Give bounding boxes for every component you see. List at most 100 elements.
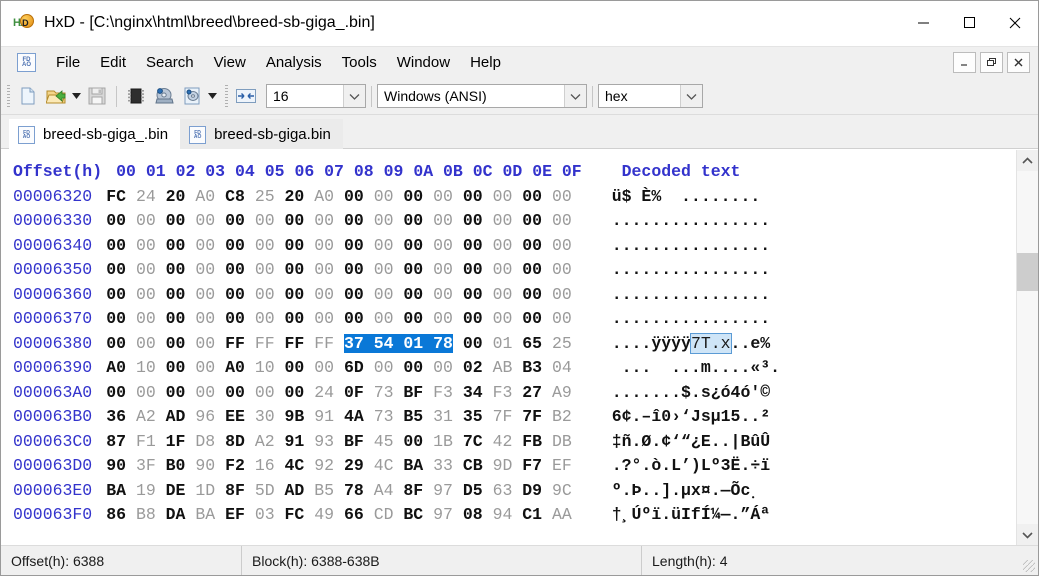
menu-item-tools[interactable]: Tools xyxy=(333,51,386,74)
hex-byte[interactable]: 00 xyxy=(255,260,275,279)
scrollbar-track[interactable] xyxy=(1017,171,1038,524)
hex-byte[interactable]: 00 xyxy=(166,211,186,230)
hex-byte[interactable]: 25 xyxy=(255,187,275,206)
hex-byte[interactable]: 00 xyxy=(106,334,126,353)
hex-byte[interactable]: FC xyxy=(285,505,305,524)
hex-byte[interactable]: 00 xyxy=(195,285,215,304)
resize-grip[interactable] xyxy=(1023,560,1035,572)
hex-byte[interactable]: BF xyxy=(403,383,423,402)
hex-byte[interactable]: 00 xyxy=(285,236,305,255)
hex-byte[interactable]: 00 xyxy=(433,358,453,377)
chevron-down-icon[interactable] xyxy=(680,85,702,107)
hex-byte[interactable]: A0 xyxy=(195,187,215,206)
hex-byte[interactable]: EF xyxy=(552,456,572,475)
hex-byte[interactable]: 1F xyxy=(166,432,186,451)
hex-byte[interactable]: CB xyxy=(463,456,483,475)
hex-byte[interactable]: 78 xyxy=(344,481,364,500)
hex-byte[interactable]: 8F xyxy=(403,481,423,500)
hex-byte[interactable]: 00 xyxy=(166,236,186,255)
open-file-button[interactable] xyxy=(42,82,70,110)
hex-byte[interactable]: 00 xyxy=(463,211,483,230)
hex-byte[interactable]: 00 xyxy=(463,260,483,279)
hex-byte[interactable]: AD xyxy=(285,481,305,500)
hex-byte[interactable]: 9B xyxy=(285,407,305,426)
open-disk-button[interactable] xyxy=(150,82,178,110)
hex-byte[interactable]: 00 xyxy=(225,260,245,279)
hex-byte[interactable]: 00 xyxy=(433,309,453,328)
hex-byte[interactable]: 00 xyxy=(314,236,334,255)
decoded-text[interactable]: ‡ñ.Ø.¢‘“¿E..|BûÛ xyxy=(612,432,770,451)
decoded-text[interactable]: ................ xyxy=(612,236,770,255)
hex-byte[interactable]: 7F xyxy=(493,407,513,426)
hex-byte[interactable]: 00 xyxy=(344,285,364,304)
hex-byte[interactable]: 6D xyxy=(344,358,364,377)
hex-byte[interactable]: FF xyxy=(225,334,245,353)
hex-byte[interactable]: 00 xyxy=(166,383,186,402)
hex-byte[interactable]: 20 xyxy=(166,187,186,206)
hex-byte[interactable]: 00 xyxy=(374,309,394,328)
hex-byte[interactable]: 00 xyxy=(374,358,394,377)
hex-byte[interactable]: 00 xyxy=(255,383,275,402)
hex-byte[interactable]: 66 xyxy=(344,505,364,524)
hex-byte[interactable]: AD xyxy=(166,407,186,426)
new-file-button[interactable] xyxy=(14,82,42,110)
hex-byte[interactable]: 16 xyxy=(255,456,275,475)
hex-byte[interactable]: 91 xyxy=(314,407,334,426)
hex-byte[interactable]: AA xyxy=(552,505,572,524)
decoded-text[interactable]: ü$ È% ........ xyxy=(612,187,761,206)
hex-byte[interactable]: B8 xyxy=(136,505,156,524)
hex-byte[interactable]: 00 xyxy=(225,383,245,402)
hex-byte[interactable]: 00 xyxy=(522,309,542,328)
decoded-text[interactable]: .?°.ò.L’)Lº3Ë.÷ï xyxy=(612,456,770,475)
hex-byte[interactable]: 00 xyxy=(285,358,305,377)
bytes-per-row-button[interactable] xyxy=(232,82,260,110)
hex-byte[interactable]: 00 xyxy=(225,211,245,230)
hex-byte[interactable]: 00 xyxy=(463,236,483,255)
hex-byte[interactable]: 03 xyxy=(255,505,275,524)
scroll-up-button[interactable] xyxy=(1017,150,1038,171)
scrollbar-thumb[interactable] xyxy=(1017,253,1038,291)
hex-byte[interactable]: 35 xyxy=(463,407,483,426)
hex-byte[interactable]: 00 xyxy=(255,236,275,255)
hex-row[interactable]: 000063D0 90 3F B0 90 F2 16 4C 92 29 4C BA… xyxy=(13,454,1016,479)
hex-byte[interactable]: 00 xyxy=(433,260,453,279)
hex-byte-selected[interactable]: 37 xyxy=(343,333,374,353)
decoded-text[interactable]: ... ...m....«³. xyxy=(612,358,780,377)
hex-byte[interactable]: A0 xyxy=(314,187,334,206)
hex-byte[interactable]: 00 xyxy=(166,285,186,304)
menu-item-file[interactable]: File xyxy=(47,51,89,74)
hex-byte[interactable]: 25 xyxy=(552,334,572,353)
hex-byte[interactable]: 00 xyxy=(493,285,513,304)
vertical-scrollbar[interactable] xyxy=(1016,150,1038,545)
hex-row[interactable]: 000063F0 86 B8 DA BA EF 03 FC 49 66 CD BC… xyxy=(13,503,1016,528)
hex-byte[interactable]: 00 xyxy=(225,236,245,255)
hex-byte[interactable]: 00 xyxy=(195,211,215,230)
hex-byte[interactable]: 00 xyxy=(195,260,215,279)
hex-byte[interactable]: 63 xyxy=(493,481,513,500)
hex-byte[interactable]: 00 xyxy=(403,187,423,206)
hex-byte[interactable]: 00 xyxy=(106,236,126,255)
hex-byte[interactable]: 27 xyxy=(522,383,542,402)
hex-byte[interactable]: 00 xyxy=(403,358,423,377)
hex-byte-selected[interactable]: 54 xyxy=(373,333,404,353)
hex-byte[interactable]: F7 xyxy=(522,456,542,475)
hex-byte[interactable]: 00 xyxy=(463,309,483,328)
hex-byte[interactable]: 00 xyxy=(285,260,305,279)
hex-byte[interactable]: 49 xyxy=(314,505,334,524)
hex-byte[interactable]: 00 xyxy=(433,236,453,255)
hex-byte[interactable]: F1 xyxy=(136,432,156,451)
hex-byte[interactable]: 00 xyxy=(285,383,305,402)
hex-byte[interactable]: CD xyxy=(374,505,394,524)
window-maximize-button[interactable] xyxy=(946,1,992,44)
hex-byte[interactable]: AB xyxy=(493,358,513,377)
hex-byte[interactable]: 00 xyxy=(285,211,305,230)
hex-byte[interactable]: 00 xyxy=(463,187,483,206)
hex-byte[interactable]: FF xyxy=(285,334,305,353)
menu-item-help[interactable]: Help xyxy=(461,51,510,74)
hex-byte[interactable]: 00 xyxy=(463,334,483,353)
bytes-per-row-combo[interactable]: 16 xyxy=(266,84,366,108)
hex-byte[interactable]: 31 xyxy=(433,407,453,426)
hex-byte[interactable]: FF xyxy=(255,334,275,353)
hex-byte[interactable]: 00 xyxy=(374,211,394,230)
hex-byte[interactable]: 00 xyxy=(285,285,305,304)
